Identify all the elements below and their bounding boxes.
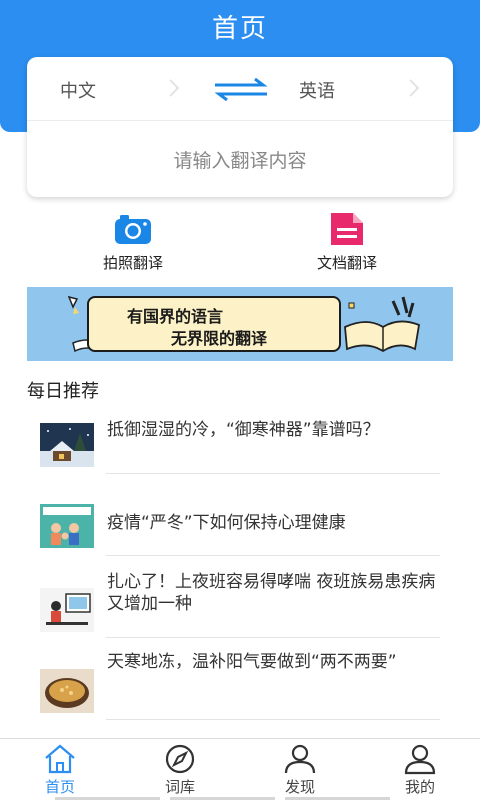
page-title: 首页	[211, 14, 268, 44]
document-icon	[327, 212, 367, 246]
news-thumbnail-soup	[40, 669, 94, 713]
tab-label: 我的	[404, 778, 435, 796]
tab-label: 首页	[44, 778, 75, 796]
translator-card: 中文 英语 请输入翻译内容	[27, 57, 453, 197]
banner-line-2: 无界限的翻译	[171, 329, 268, 348]
list-item[interactable]: 疫情“严冬”下如何保持心理健康	[0, 482, 480, 564]
document-translate-label: 文档翻译	[316, 254, 377, 272]
photo-translate-label: 拍照翻译	[102, 254, 163, 272]
news-title: 抵御湿湿的冷，“御寒神器”靠谱吗？	[107, 420, 380, 440]
news-thumbnail-winter-cottage	[40, 423, 94, 467]
tab-label: 词库	[164, 778, 195, 796]
divider	[106, 637, 440, 638]
banner-line-1: 有国界的语言	[127, 307, 224, 326]
home-icon	[42, 743, 78, 775]
camera-icon	[113, 212, 153, 246]
bottom-tab-bar: 首页 词库 发现 我的	[0, 738, 480, 800]
news-thumbnail-night-shift	[40, 588, 94, 632]
list-item[interactable]: 扎心了！上夜班容易得哮喘 夜班族易患疾病又增加一种	[0, 564, 480, 646]
swap-languages-icon[interactable]	[213, 77, 269, 102]
chevron-right-icon	[167, 77, 181, 99]
list-item[interactable]: 抵御湿湿的冷，“御寒神器”靠谱吗？	[0, 400, 480, 482]
tool-row: 拍照翻译 文档翻译	[0, 212, 480, 272]
divider	[106, 555, 440, 556]
photo-translate-button[interactable]: 拍照翻译	[73, 212, 193, 273]
news-title: 疫情“严冬”下如何保持心理健康	[107, 513, 346, 533]
tab-discover[interactable]: 发现	[260, 743, 340, 797]
recommend-list: 抵御湿湿的冷，“御寒神器”靠谱吗？ 疫情“严冬”下如何保持心理健康 扎心了！上夜…	[0, 400, 480, 728]
chevron-right-icon	[407, 77, 421, 99]
divider	[106, 473, 440, 474]
promo-banner[interactable]: 有国界的语言 无界限的翻译	[27, 287, 453, 361]
list-item[interactable]: 天寒地冻，温补阳气要做到“两不两要”	[0, 646, 480, 728]
language-selector-row: 中文 英语	[27, 57, 453, 121]
document-translate-button[interactable]: 文档翻译	[287, 212, 407, 273]
divider	[106, 719, 440, 720]
source-language-button[interactable]: 中文	[60, 77, 96, 103]
tab-dictionary[interactable]: 词库	[140, 743, 220, 797]
target-language-button[interactable]: 英语	[299, 77, 335, 103]
tab-profile[interactable]: 我的	[380, 743, 460, 797]
news-title: 天寒地冻，温补阳气要做到“两不两要”	[107, 652, 397, 672]
profile-icon	[402, 743, 438, 775]
news-thumbnail-family	[40, 504, 94, 548]
tab-label: 发现	[284, 778, 315, 796]
news-title: 扎心了！上夜班容易得哮喘 夜班族易患疾病又增加一种	[107, 572, 436, 614]
user-icon	[282, 743, 318, 775]
translation-input[interactable]: 请输入翻译内容	[27, 121, 453, 197]
compass-icon	[162, 743, 198, 775]
tab-home[interactable]: 首页	[20, 743, 100, 797]
